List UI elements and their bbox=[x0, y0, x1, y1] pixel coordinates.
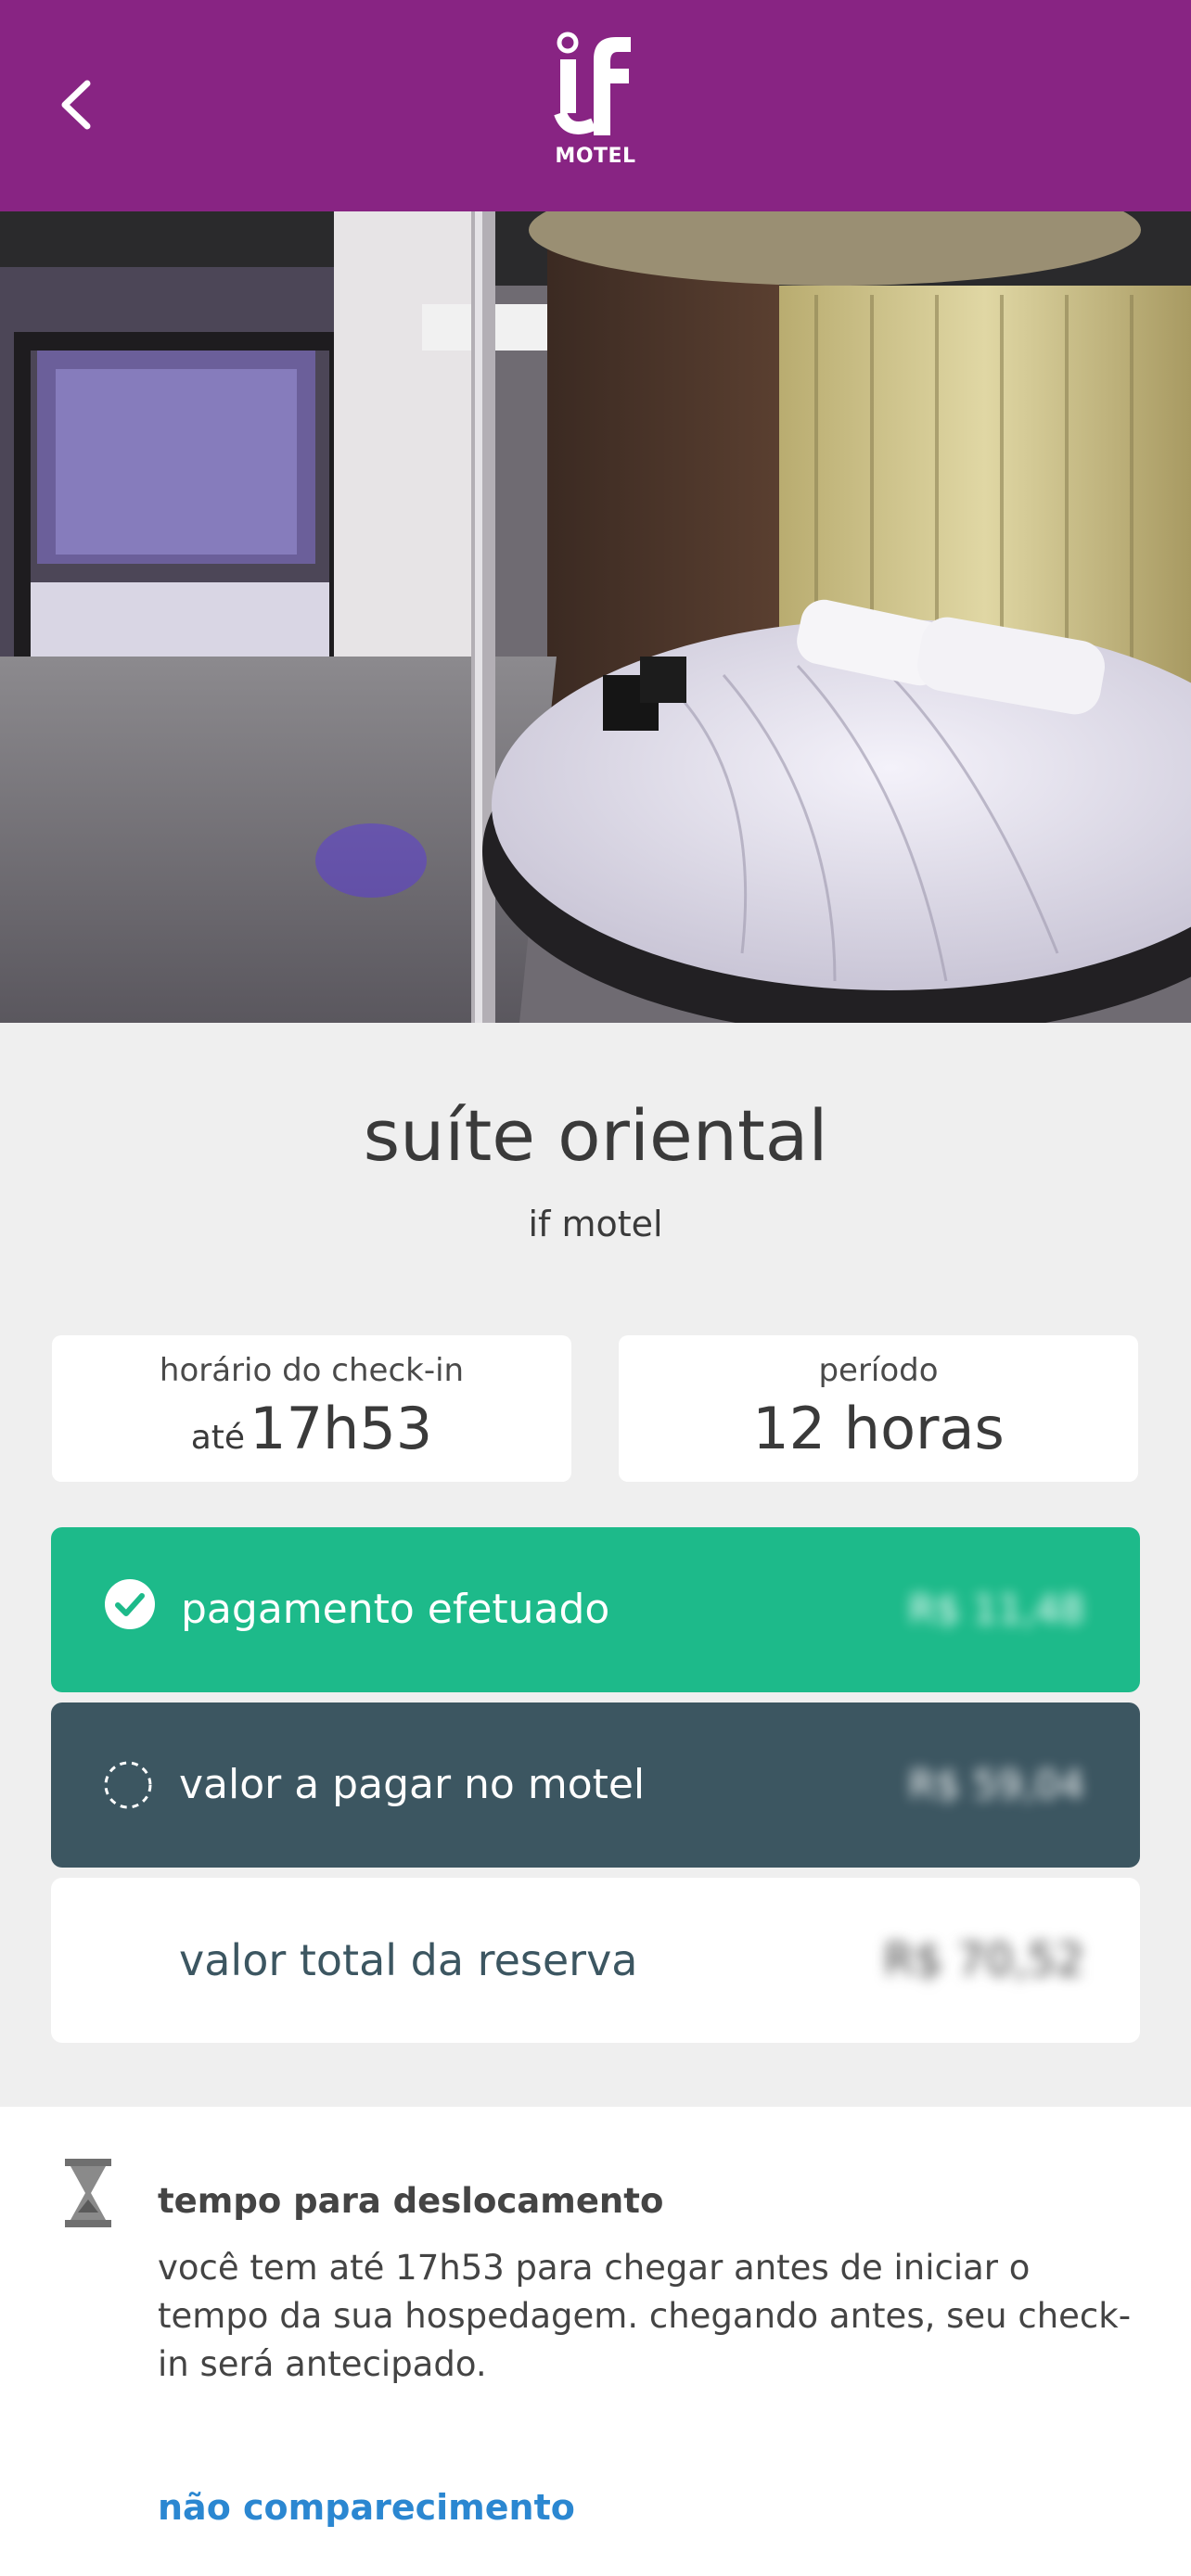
period-card: período 12 horas bbox=[619, 1335, 1138, 1482]
payment-done-label: pagamento efetuado bbox=[181, 1586, 610, 1633]
payment-done-row: pagamento efetuado R$ 11,48 bbox=[51, 1527, 1140, 1692]
checkin-label: horário do check-in bbox=[159, 1352, 465, 1389]
checkin-card: horário do check-in até 17h53 bbox=[52, 1335, 571, 1482]
motel-name: if motel bbox=[528, 1204, 663, 1244]
period-value: 12 horas bbox=[752, 1395, 1005, 1462]
motel-logo: MOTEL bbox=[540, 32, 651, 180]
no-show-link[interactable]: não comparecimento bbox=[158, 2487, 575, 2528]
dashed-circle-icon bbox=[104, 1761, 152, 1809]
amount-due-amount: R$ 59,04 bbox=[908, 1762, 1085, 1807]
total-label: valor total da reserva bbox=[179, 1935, 638, 1985]
checkin-time: 17h53 bbox=[250, 1395, 433, 1462]
check-circle-icon bbox=[105, 1579, 155, 1629]
app-header: MOTEL bbox=[0, 0, 1191, 211]
travel-title: tempo para deslocamento bbox=[158, 2181, 664, 2221]
total-amount: R$ 70,52 bbox=[883, 1934, 1084, 1986]
logo-text: MOTEL bbox=[555, 145, 636, 168]
amount-due-label: valor a pagar no motel bbox=[179, 1761, 646, 1808]
if-logo-mark bbox=[554, 32, 631, 135]
suite-name: suíte oriental bbox=[363, 1094, 828, 1177]
travel-info-section: tempo para deslocamento você tem até 17h… bbox=[0, 2107, 1191, 2576]
checkin-value: até 17h53 bbox=[52, 1395, 571, 1462]
checkin-prefix: até bbox=[190, 1419, 246, 1457]
payment-done-amount: R$ 11,48 bbox=[908, 1587, 1085, 1632]
back-button[interactable] bbox=[46, 72, 111, 137]
suite-photo bbox=[0, 211, 1191, 1023]
total-row: valor total da reserva R$ 70,52 bbox=[51, 1878, 1140, 2043]
hourglass-icon bbox=[65, 2159, 111, 2227]
period-value-row: 12 horas bbox=[619, 1395, 1138, 1462]
period-label: período bbox=[818, 1352, 939, 1389]
chevron-left-icon bbox=[61, 80, 91, 130]
amount-due-row: valor a pagar no motel R$ 59,04 bbox=[51, 1702, 1140, 1868]
travel-text: você tem até 17h53 para chegar antes de … bbox=[158, 2248, 1132, 2384]
